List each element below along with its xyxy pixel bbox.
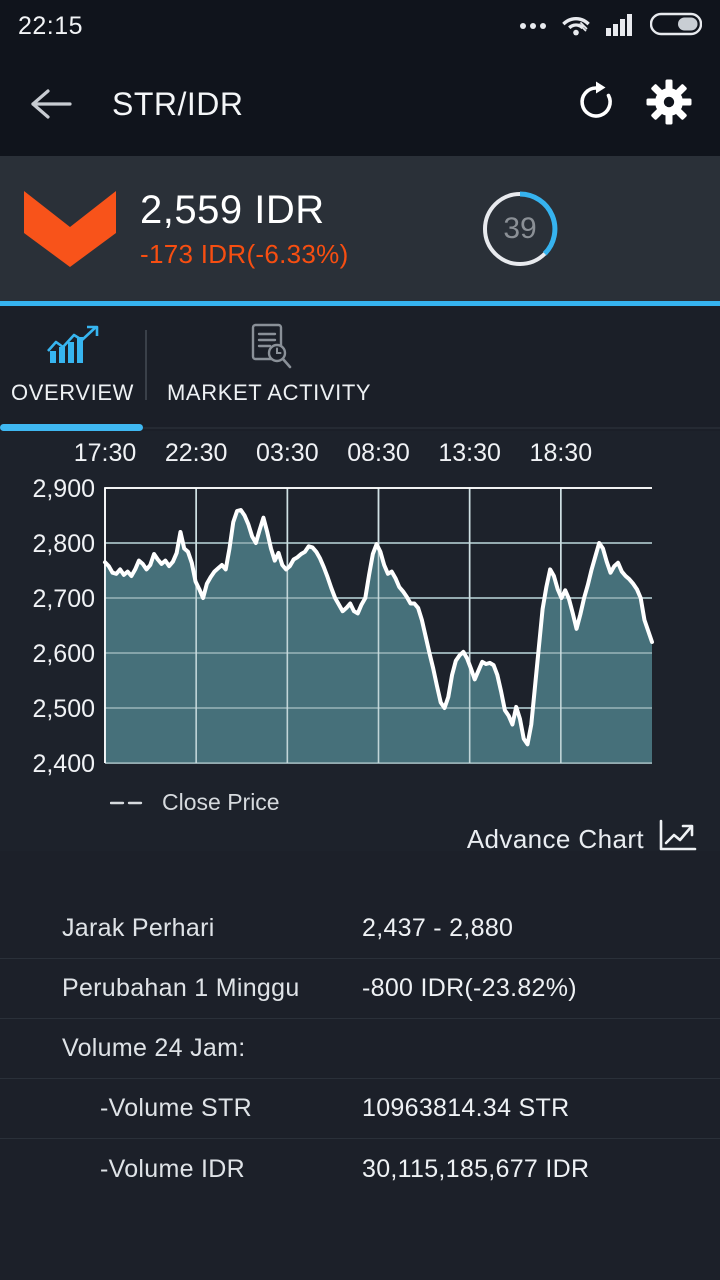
down-chevron-icon: [22, 189, 118, 269]
chart-ytick-label: 2,400: [32, 750, 95, 778]
price-chart-card: 17:30 22:30 03:30 08:30 13:30 18:30 2,900 2,800…: [0, 431, 720, 854]
price-change: -173 IDR(-6.33%): [140, 239, 349, 269]
chart-ytick-label: 2,800: [32, 530, 95, 558]
chart-xtick-label: 08:30: [347, 439, 410, 467]
chart-xtick-label: 03:30: [256, 439, 319, 467]
info-label: -Volume IDR: [100, 1154, 246, 1183]
status-bar-clock: 22:15: [18, 11, 84, 40]
chart-legend: Close Price: [109, 789, 280, 816]
info-label: -Volume STR: [100, 1094, 252, 1122]
line-chart-arrow-icon: [658, 819, 698, 860]
tab-market-activity[interactable]: MARKET ACTIVITY: [145, 306, 393, 431]
info-value: 10963814.34 STR: [362, 1094, 570, 1122]
advance-chart-link[interactable]: Advance Chart: [467, 819, 698, 860]
chart-ytick-label: 2,900: [32, 475, 95, 503]
legend-dash-icon: [109, 793, 148, 813]
current-price: 2,559 IDR: [140, 188, 325, 232]
chart-xtick-label: 18:30: [530, 439, 593, 467]
advance-chart-label: Advance Chart: [466, 824, 644, 854]
bar-chart-trend-icon: [46, 320, 100, 372]
tab-separator: [145, 330, 147, 400]
info-label: Perubahan 1 Minggu: [62, 974, 300, 1002]
refresh-icon[interactable]: [574, 80, 618, 129]
info-value: 2,437 - 2,880: [362, 914, 514, 942]
back-arrow-icon[interactable]: [22, 76, 78, 132]
table-row: Perubahan 1 Minggu -800 IDR(-23.82%): [0, 959, 720, 1019]
tab-active-indicator: [0, 424, 143, 431]
countdown-value: 39: [503, 211, 537, 245]
app-bar: STR/IDR: [0, 52, 720, 156]
table-row: -Volume IDR 30,115,185,677 IDR: [0, 1139, 720, 1199]
table-row: Jarak Perhari 2,437 - 2,880: [0, 899, 720, 959]
chart-ytick-label: 2,700: [32, 585, 95, 613]
app-bar-actions: [574, 79, 698, 130]
tab-label-overview: OVERVIEW: [11, 379, 134, 405]
table-row: -Volume STR 10963814.34 STR: [0, 1079, 720, 1139]
signal-bars-icon: [606, 12, 636, 41]
tab-label-market-activity: MARKET ACTIVITY: [167, 379, 372, 405]
chart-xtick-label: 22:30: [165, 439, 228, 467]
price-block: 2,559 IDR -173 IDR(-6.33%): [140, 187, 349, 270]
table-row: Volume 24 Jam:: [0, 1019, 720, 1079]
page-title: STR/IDR: [112, 85, 244, 122]
price-chart[interactable]: 17:30 22:30 03:30 08:30 13:30 18:30 2,900 2,800…: [0, 431, 720, 791]
tab-baseline: [143, 427, 720, 429]
info-label: Jarak Perhari: [62, 914, 215, 942]
more-dots-icon: [520, 23, 546, 29]
status-bar: 22:15: [0, 0, 720, 52]
gear-icon[interactable]: [646, 79, 692, 130]
chart-xtick-label: 17:30: [74, 439, 137, 467]
wifi-link-icon: [560, 11, 592, 42]
info-label: Volume 24 Jam:: [62, 1034, 246, 1062]
info-table: Jarak Perhari 2,437 - 2,880 Perubahan 1 …: [0, 899, 720, 1199]
info-value: 30,115,185,677 IDR: [362, 1154, 590, 1183]
chart-ytick-label: 2,600: [32, 640, 95, 668]
refresh-countdown-ring[interactable]: 39: [480, 189, 560, 269]
document-search-icon: [242, 320, 296, 372]
chart-xtick-label: 13:30: [438, 439, 501, 467]
tab-bar: OVERVIEW MARKET ACTIVITY: [0, 306, 720, 431]
price-summary-panel: 2,559 IDR -173 IDR(-6.33%) 39: [0, 156, 720, 301]
info-value: -800 IDR(-23.82%): [362, 974, 577, 1002]
status-bar-icons: [520, 11, 703, 42]
tab-overview[interactable]: OVERVIEW: [0, 306, 145, 431]
legend-label: Close Price: [162, 789, 280, 815]
chart-ytick-label: 2,500: [32, 695, 95, 723]
battery-icon: [649, 11, 703, 42]
